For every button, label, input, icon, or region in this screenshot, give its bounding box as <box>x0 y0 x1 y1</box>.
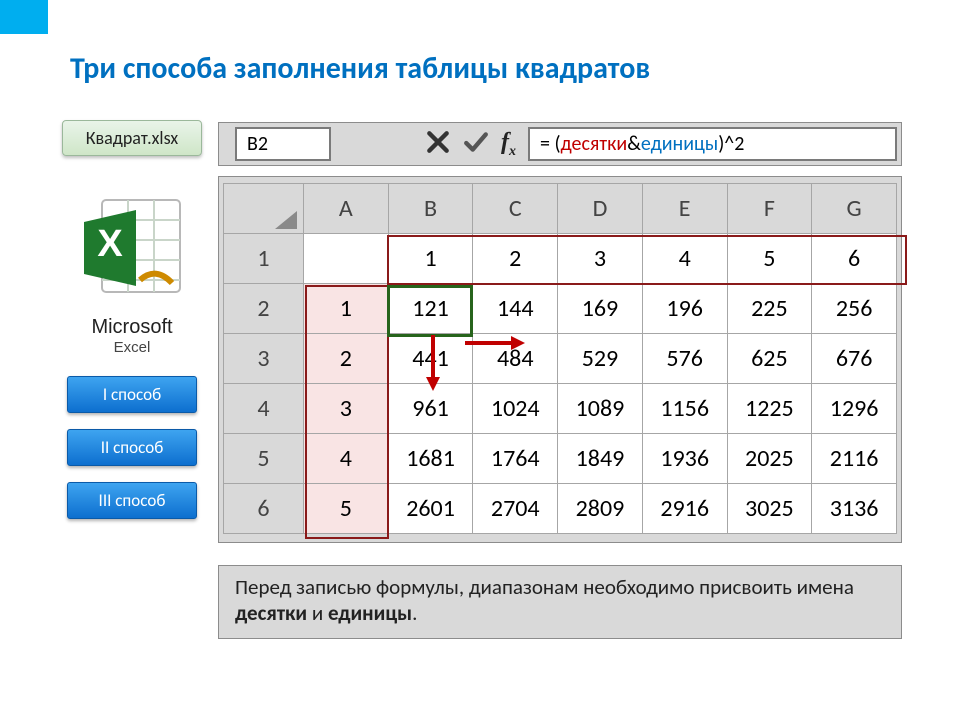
cell[interactable]: 5 <box>727 234 812 284</box>
cell[interactable]: 1764 <box>473 434 558 484</box>
cell[interactable]: 2 <box>473 234 558 284</box>
cell[interactable]: 3136 <box>812 484 897 534</box>
row-header[interactable]: 6 <box>224 484 304 534</box>
cell[interactable]: 625 <box>727 334 812 384</box>
footer-bold: единицы <box>328 600 412 626</box>
cell[interactable]: 256 <box>812 284 897 334</box>
col-header[interactable]: E <box>642 184 727 234</box>
cell[interactable]: 529 <box>558 334 643 384</box>
cell[interactable]: 144 <box>473 284 558 334</box>
cell[interactable]: 225 <box>727 284 812 334</box>
cell[interactable]: 3025 <box>727 484 812 534</box>
cell[interactable]: 1296 <box>812 384 897 434</box>
cell[interactable]: 169 <box>558 284 643 334</box>
cell[interactable]: 1225 <box>727 384 812 434</box>
cell[interactable]: 961 <box>388 384 473 434</box>
svg-text:X: X <box>97 223 123 265</box>
cell[interactable]: 1936 <box>642 434 727 484</box>
file-badge[interactable]: Квадрат.xlsx <box>62 120 202 156</box>
footer-text: Перед записью формулы, диапазонам необхо… <box>235 574 854 600</box>
cell[interactable]: 576 <box>642 334 727 384</box>
col-header[interactable]: A <box>304 184 389 234</box>
row-header[interactable]: 5 <box>224 434 304 484</box>
cell[interactable]: 1849 <box>558 434 643 484</box>
cell[interactable]: 1681 <box>388 434 473 484</box>
col-header[interactable]: C <box>473 184 558 234</box>
col-header[interactable]: G <box>812 184 897 234</box>
app-label-line1: Microsoft <box>62 316 202 339</box>
cell[interactable]: 1024 <box>473 384 558 434</box>
cell[interactable] <box>304 234 389 284</box>
sidebar: Квадрат.xlsx X Microsoft Excel I способ … <box>62 120 202 535</box>
cell[interactable]: 5 <box>304 484 389 534</box>
accent-stripe <box>0 0 48 34</box>
cell[interactable]: 1156 <box>642 384 727 434</box>
col-header[interactable]: F <box>727 184 812 234</box>
cell[interactable]: 196 <box>642 284 727 334</box>
formula-bar-icons: fx <box>419 123 528 165</box>
enter-icon[interactable] <box>463 129 489 160</box>
method-1-button[interactable]: I способ <box>67 376 197 413</box>
cell[interactable]: 2025 <box>727 434 812 484</box>
formula-red: десятки <box>561 132 628 156</box>
formula-blue: единицы <box>641 132 718 156</box>
cell[interactable]: 484 <box>473 334 558 384</box>
cell[interactable]: 6 <box>812 234 897 284</box>
cell[interactable]: 2916 <box>642 484 727 534</box>
formula-text: = ( <box>540 132 561 156</box>
cell[interactable]: 1 <box>304 284 389 334</box>
formula-input[interactable]: = (десятки & единицы)^2 <box>528 127 897 161</box>
formula-text: & <box>627 132 641 156</box>
select-all-corner[interactable] <box>224 184 304 234</box>
page-title: Три способа заполнения таблицы квадратов <box>70 50 650 87</box>
cell[interactable]: 3 <box>558 234 643 284</box>
name-box[interactable]: B2 <box>235 127 331 161</box>
row-header[interactable]: 3 <box>224 334 304 384</box>
cell[interactable]: 676 <box>812 334 897 384</box>
app-label: Microsoft Excel <box>62 316 202 356</box>
col-header[interactable]: B <box>388 184 473 234</box>
row-header[interactable]: 4 <box>224 384 304 434</box>
cell[interactable]: 2809 <box>558 484 643 534</box>
method-2-button[interactable]: II способ <box>67 429 197 466</box>
footer-bold: десятки <box>235 600 307 626</box>
cell[interactable]: 1 <box>388 234 473 284</box>
fx-icon[interactable]: fx <box>501 129 522 160</box>
row-header[interactable]: 1 <box>224 234 304 284</box>
cell[interactable]: 2 <box>304 334 389 384</box>
row-header[interactable]: 2 <box>224 284 304 334</box>
cell[interactable]: 3 <box>304 384 389 434</box>
excel-icon: X <box>72 186 192 306</box>
footer-text: и <box>307 600 328 626</box>
cell[interactable]: 121 <box>388 284 473 334</box>
cell[interactable]: 2601 <box>388 484 473 534</box>
app-label-line2: Excel <box>62 339 202 356</box>
cell[interactable]: 4 <box>642 234 727 284</box>
sheet-table[interactable]: A B C D E F G 1 1 2 3 4 5 6 2 1 121 <box>223 183 897 534</box>
spreadsheet: A B C D E F G 1 1 2 3 4 5 6 2 1 121 <box>218 176 902 543</box>
method-3-button[interactable]: III способ <box>67 482 197 519</box>
footer-text: . <box>412 600 417 626</box>
cell[interactable]: 2116 <box>812 434 897 484</box>
formula-bar: B2 fx = (десятки & единицы)^2 <box>218 122 902 166</box>
cancel-icon[interactable] <box>425 129 451 160</box>
cell[interactable]: 1089 <box>558 384 643 434</box>
formula-text: )^2 <box>718 132 744 156</box>
footer-note: Перед записью формулы, диапазонам необхо… <box>218 565 902 639</box>
col-header[interactable]: D <box>558 184 643 234</box>
main-panel: B2 fx = (десятки & единицы)^2 A B C <box>218 122 902 639</box>
cell[interactable]: 4 <box>304 434 389 484</box>
cell[interactable]: 2704 <box>473 484 558 534</box>
cell[interactable]: 441 <box>388 334 473 384</box>
